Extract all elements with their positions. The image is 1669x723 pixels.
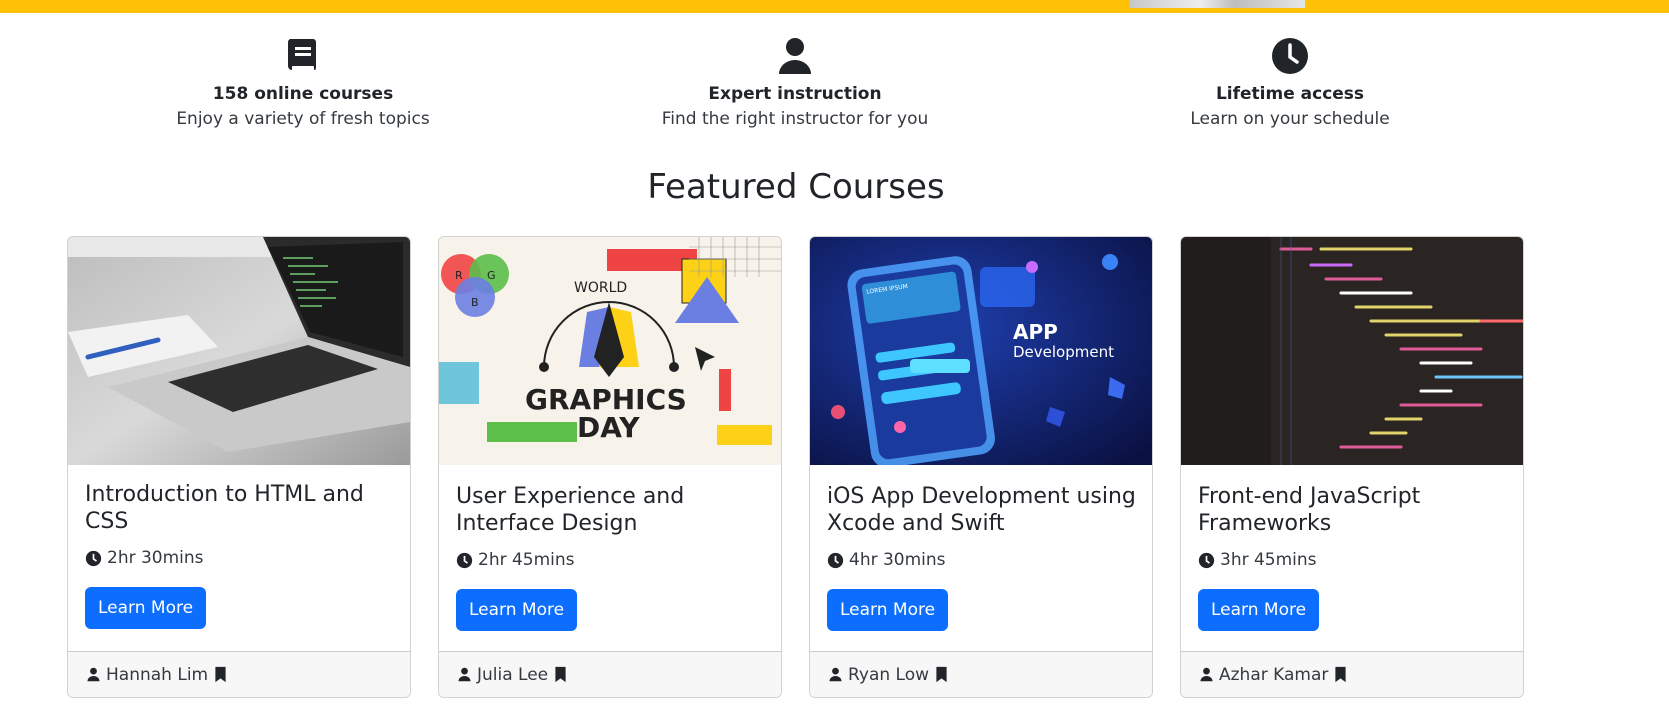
rgb-label-g: G [487, 269, 496, 282]
feature-courses: 158 online courses Enjoy a variety of fr… [123, 36, 483, 132]
app-title-text: APP [1013, 320, 1058, 344]
app-subtitle-text: Development [1013, 343, 1114, 361]
bookmark-icon[interactable] [553, 666, 568, 683]
learn-more-button[interactable]: Learn More [1198, 589, 1320, 631]
clock-icon [1272, 38, 1308, 74]
learn-more-button[interactable]: Learn More [827, 589, 949, 631]
feature-title: Lifetime access [1215, 84, 1365, 104]
feature-title: Expert instruction [708, 84, 882, 104]
instructor-name: Ryan Low [848, 664, 930, 685]
hero-image-edge [1130, 0, 1305, 8]
course-image-app-development[interactable]: LOREM IPSUM APP Development [810, 237, 1152, 465]
card-footer: Ryan Low [810, 651, 1152, 697]
user-icon [779, 38, 811, 74]
course-card: Front-end JavaScript Frameworks 3hr 45mi… [1180, 236, 1524, 698]
course-title[interactable]: Front-end JavaScript Frameworks [1198, 483, 1509, 537]
clock-icon [85, 550, 102, 566]
bookmark-icon[interactable] [1333, 666, 1348, 683]
duration-text: 2hr 45mins [478, 550, 575, 570]
feature-title: 158 online courses [212, 84, 394, 104]
top-hero-strip [0, 0, 1669, 13]
course-duration: 4hr 30mins [827, 548, 1138, 572]
duration-text: 4hr 30mins [849, 550, 946, 570]
course-card: R G B WORLD GRAPHICS DAY User Experience… [438, 236, 782, 698]
instructor-name: Hannah Lim [106, 664, 209, 685]
card-footer: Julia Lee [439, 651, 781, 697]
course-image-code-screen[interactable] [1181, 237, 1523, 465]
clock-icon [827, 552, 844, 568]
book-icon [287, 39, 316, 71]
feature-subtitle: Enjoy a variety of fresh topics [176, 109, 430, 129]
clock-icon [1198, 552, 1215, 568]
feature-subtitle: Find the right instructor for you [661, 109, 929, 129]
clock-icon [456, 552, 473, 568]
graphics-world-text: WORLD [574, 280, 627, 296]
section-title: Featured Courses [647, 167, 945, 207]
learn-more-button[interactable]: Learn More [85, 587, 207, 629]
course-title[interactable]: User Experience and Interface Design [456, 483, 767, 537]
rgb-label-r: R [455, 269, 463, 282]
course-card: Introduction to HTML and CSS 2hr 30mins … [67, 236, 411, 698]
course-duration: 2hr 30mins [85, 546, 396, 570]
rgb-label-b: B [471, 296, 479, 309]
course-duration: 2hr 45mins [456, 548, 767, 572]
user-icon [87, 667, 100, 682]
feature-subtitle: Learn on your schedule [1190, 109, 1390, 129]
course-image-laptop[interactable] [68, 237, 410, 465]
course-title[interactable]: iOS App Development using Xcode and Swif… [827, 483, 1138, 537]
feature-access: Lifetime access Learn on your schedule [1110, 36, 1470, 132]
feature-instruction: Expert instruction Find the right instru… [615, 36, 975, 132]
card-footer: Azhar Kamar [1181, 651, 1523, 697]
learn-more-button[interactable]: Learn More [456, 589, 578, 631]
user-icon [1200, 667, 1213, 682]
instructor-name: Azhar Kamar [1219, 664, 1329, 685]
course-title[interactable]: Introduction to HTML and CSS [85, 481, 396, 535]
bookmark-icon[interactable] [213, 666, 228, 683]
instructor-name: Julia Lee [477, 664, 549, 685]
bookmark-icon[interactable] [934, 666, 949, 683]
graphics-line2-text: DAY [577, 411, 640, 444]
card-footer: Hannah Lim [68, 651, 410, 697]
user-icon [829, 667, 842, 682]
features-row: 158 online courses Enjoy a variety of fr… [0, 36, 1669, 146]
user-icon [458, 667, 471, 682]
course-duration: 3hr 45mins [1198, 548, 1509, 572]
course-card: LOREM IPSUM APP Development iOS App Deve… [809, 236, 1153, 698]
duration-text: 2hr 30mins [107, 548, 204, 568]
duration-text: 3hr 45mins [1220, 550, 1317, 570]
course-image-graphics-day[interactable]: R G B WORLD GRAPHICS DAY [439, 237, 781, 465]
